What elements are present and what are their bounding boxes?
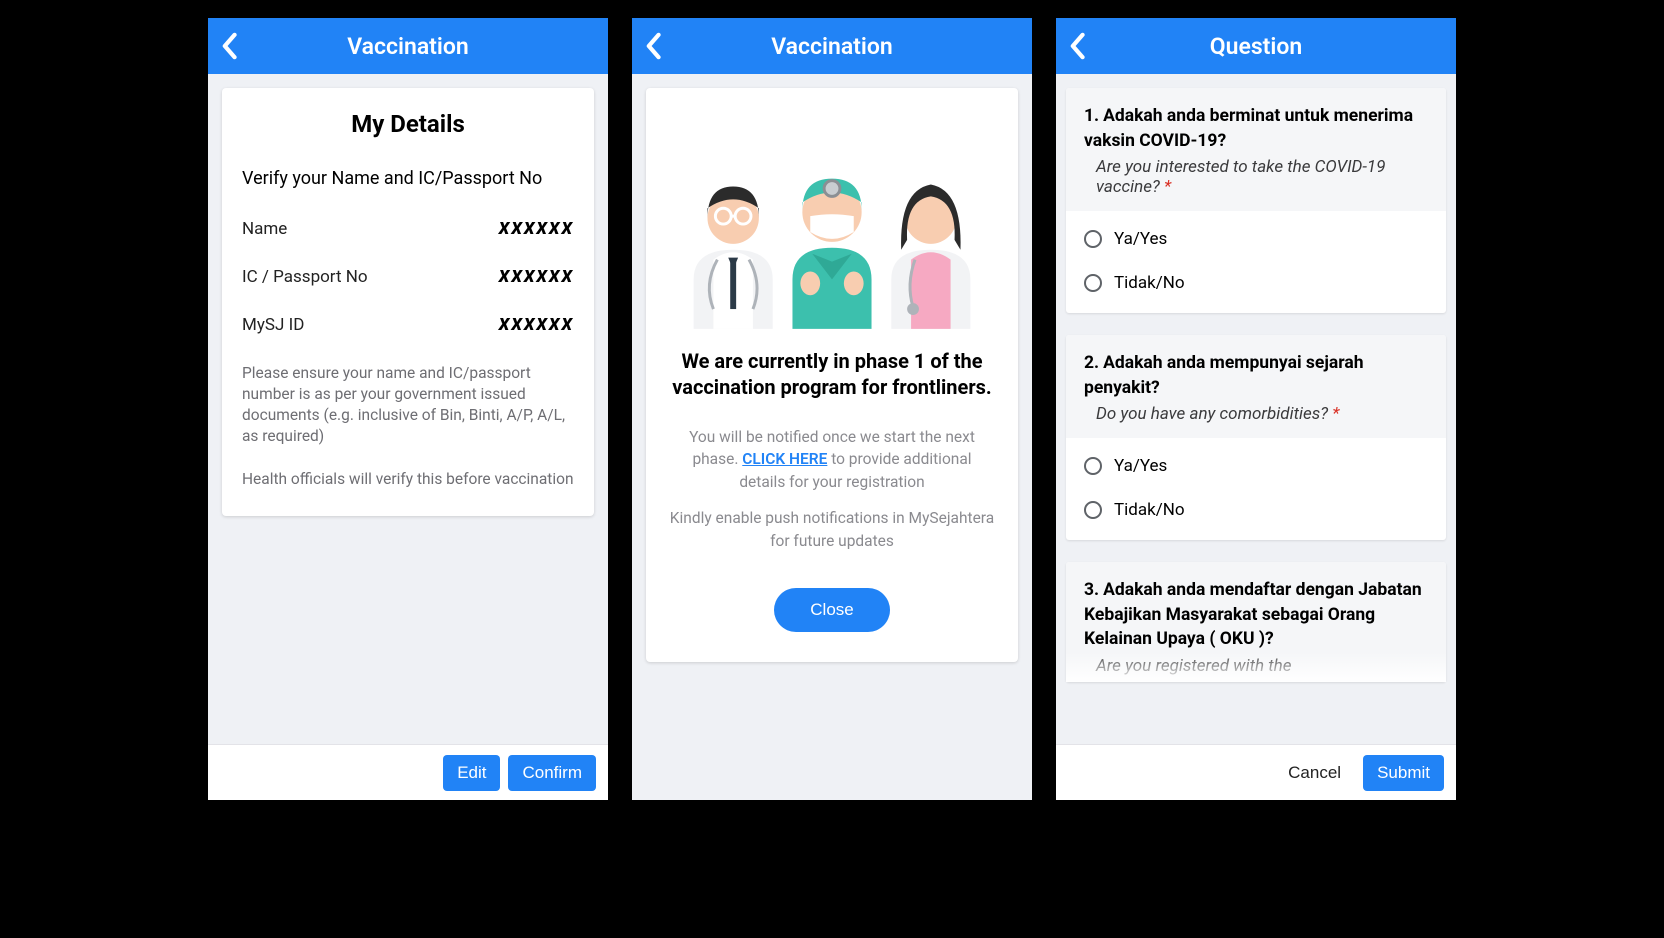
app-header: Vaccination	[208, 18, 608, 74]
detail-value: XXXXXX	[499, 315, 574, 335]
screen-my-details: Vaccination My Details Verify your Name …	[208, 18, 608, 800]
question-translation: Are you interested to take the COVID-19 …	[1084, 157, 1428, 197]
radio-icon	[1084, 457, 1102, 475]
required-mark: *	[1164, 177, 1171, 197]
footer-bar: Edit Confirm	[208, 744, 608, 800]
back-button[interactable]	[1068, 18, 1086, 74]
confirm-button[interactable]: Confirm	[508, 755, 596, 791]
phase-card: We are currently in phase 1 of the vacci…	[646, 88, 1018, 662]
edit-button[interactable]: Edit	[443, 755, 500, 791]
chevron-left-icon	[220, 32, 238, 60]
verify-instruction: Verify your Name and IC/Passport No	[242, 168, 574, 189]
question-number: 3.	[1084, 580, 1099, 600]
options: Ya/Yes Tidak/No	[1066, 438, 1446, 540]
question-text: Adakah anda mempunyai sejarah penyakit?	[1084, 353, 1364, 398]
phase-info-1: You will be notified once we start the n…	[664, 426, 1000, 493]
detail-label: Name	[242, 219, 287, 239]
header-title: Question	[1056, 33, 1456, 60]
phase-title: We are currently in phase 1 of the vacci…	[670, 348, 994, 400]
option-label: Tidak/No	[1114, 273, 1185, 293]
click-here-link[interactable]: CLICK HERE	[742, 450, 827, 468]
app-header: Question	[1056, 18, 1456, 74]
submit-button[interactable]: Submit	[1363, 755, 1444, 791]
note-text: Please ensure your name and IC/passport …	[242, 363, 574, 447]
question-number: 1.	[1084, 106, 1099, 126]
question-number: 2.	[1084, 353, 1099, 373]
radio-option-yes[interactable]: Ya/Yes	[1084, 217, 1428, 261]
doctors-illustration	[664, 130, 1000, 330]
question-block: 1. Adakah anda berminat untuk menerima v…	[1066, 88, 1446, 313]
question-block: 2. Adakah anda mempunyai sejarah penyaki…	[1066, 335, 1446, 540]
screen-body: We are currently in phase 1 of the vacci…	[632, 74, 1032, 800]
question-text: Adakah anda berminat untuk menerima vaks…	[1084, 106, 1413, 151]
screen-body: My Details Verify your Name and IC/Passp…	[208, 74, 608, 800]
question-header: 1. Adakah anda berminat untuk menerima v…	[1066, 88, 1446, 211]
detail-row-name: Name XXXXXX	[242, 219, 574, 239]
option-label: Ya/Yes	[1114, 229, 1167, 249]
close-button[interactable]: Close	[774, 588, 889, 632]
header-title: Vaccination	[632, 33, 1032, 60]
app-header: Vaccination	[632, 18, 1032, 74]
question-body: 1. Adakah anda berminat untuk menerima v…	[1056, 74, 1456, 800]
cancel-button[interactable]: Cancel	[1274, 755, 1355, 791]
question-block: 3. Adakah anda mendaftar dengan Jabatan …	[1066, 562, 1446, 682]
detail-value: XXXXXX	[499, 219, 574, 239]
option-label: Tidak/No	[1114, 500, 1185, 520]
phase-info-2: Kindly enable push notifications in MySe…	[664, 507, 1000, 552]
details-card: My Details Verify your Name and IC/Passp…	[222, 88, 594, 516]
detail-label: IC / Passport No	[242, 267, 368, 287]
footer-bar: Cancel Submit	[1056, 744, 1456, 800]
detail-row-mysj: MySJ ID XXXXXX	[242, 315, 574, 335]
radio-icon	[1084, 274, 1102, 292]
chevron-left-icon	[644, 32, 662, 60]
detail-value: XXXXXX	[499, 267, 574, 287]
radio-option-no[interactable]: Tidak/No	[1084, 488, 1428, 532]
card-title: My Details	[242, 110, 574, 138]
option-label: Ya/Yes	[1114, 456, 1167, 476]
screen-phase-info: Vaccination	[632, 18, 1032, 800]
question-header: 3. Adakah anda mendaftar dengan Jabatan …	[1066, 562, 1446, 682]
screen-question: Question 1. Adakah anda berminat untuk m…	[1056, 18, 1456, 800]
detail-row-ic: IC / Passport No XXXXXX	[242, 267, 574, 287]
radio-icon	[1084, 501, 1102, 519]
question-translation: Are you registered with the	[1084, 656, 1428, 676]
detail-label: MySJ ID	[242, 315, 304, 335]
radio-option-yes[interactable]: Ya/Yes	[1084, 444, 1428, 488]
question-translation: Do you have any comorbidities? *	[1084, 404, 1428, 424]
options: Ya/Yes Tidak/No	[1066, 211, 1446, 313]
chevron-left-icon	[1068, 32, 1086, 60]
back-button[interactable]	[220, 18, 238, 74]
header-title: Vaccination	[208, 33, 608, 60]
note-text: Health officials will verify this before…	[242, 469, 574, 490]
back-button[interactable]	[644, 18, 662, 74]
radio-option-no[interactable]: Tidak/No	[1084, 261, 1428, 305]
question-header: 2. Adakah anda mempunyai sejarah penyaki…	[1066, 335, 1446, 438]
radio-icon	[1084, 230, 1102, 248]
required-mark: *	[1332, 404, 1339, 424]
question-text: Adakah anda mendaftar dengan Jabatan Keb…	[1084, 580, 1422, 649]
